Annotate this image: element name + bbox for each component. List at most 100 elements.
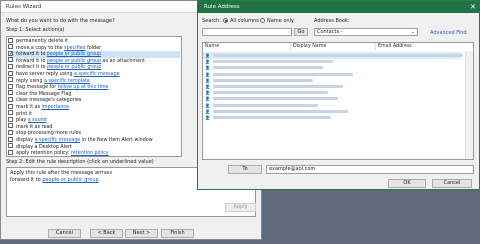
address-book-label: Address Book: xyxy=(314,18,350,24)
checkbox-icon[interactable] xyxy=(8,77,13,83)
all-columns-label: All columns xyxy=(230,18,259,24)
action-text: clear the Message Flag xyxy=(16,91,72,97)
checkbox-icon[interactable] xyxy=(8,44,13,50)
checkbox-icon[interactable] xyxy=(8,57,13,63)
action-link[interactable]: importance xyxy=(42,105,69,110)
checkbox-icon[interactable] xyxy=(8,103,13,109)
action-text: have server reply using xyxy=(16,72,75,77)
col-display-name[interactable]: Display Name xyxy=(291,43,376,51)
checkbox-icon[interactable] xyxy=(8,37,13,43)
action-text: redirect it to xyxy=(16,65,48,71)
person-icon: 👤 xyxy=(205,115,210,120)
redacted-contact xyxy=(213,85,343,88)
checkbox-icon[interactable] xyxy=(8,129,13,135)
action-link[interactable]: specified xyxy=(64,46,85,51)
chevron-down-icon: ⌄ xyxy=(410,29,415,35)
ok-button[interactable]: OK xyxy=(388,179,426,188)
actions-list[interactable]: permanently delete it move a copy to the … xyxy=(6,36,182,157)
action-link[interactable]: a specific message xyxy=(35,138,81,143)
action-link[interactable]: people or public group xyxy=(47,59,101,64)
rule-address-titlebar[interactable]: Rule Address ✕ xyxy=(198,1,479,13)
close-icon[interactable]: ✕ xyxy=(470,3,476,11)
action-text: play xyxy=(16,118,28,124)
action-text-suffix: in the New Item Alert window xyxy=(80,138,153,143)
action-text: move a copy to the xyxy=(16,45,65,51)
rules-wizard-title: Rules Wizard xyxy=(6,4,42,10)
search-label: Search: xyxy=(202,18,221,24)
list-scrollbar[interactable] xyxy=(465,51,473,159)
col-name[interactable]: Name xyxy=(203,43,291,51)
redacted-contact xyxy=(213,72,353,76)
checkbox-icon[interactable] xyxy=(8,63,13,69)
checkbox-checked-icon[interactable]: ✓ xyxy=(8,50,13,56)
checkbox-icon[interactable] xyxy=(8,83,13,89)
redacted-contact xyxy=(213,116,331,119)
desc-line1: Apply this rule after the message arrive… xyxy=(10,170,113,176)
action-text: display xyxy=(16,138,35,143)
action-item[interactable]: apply retention policy: retention policy xyxy=(8,149,180,156)
address-cancel-button[interactable]: Cancel xyxy=(432,179,472,188)
action-text: stop processing more rules xyxy=(16,131,82,137)
checkbox-icon[interactable] xyxy=(8,136,13,142)
action-text: forward it to xyxy=(16,58,47,64)
action-text: display a Desktop Alert xyxy=(16,144,72,150)
action-text-suffix: as an attachment xyxy=(101,58,145,64)
action-link[interactable]: retention policy xyxy=(71,151,109,156)
action-text: mark it as xyxy=(16,105,42,110)
action-link[interactable]: a sound xyxy=(28,118,47,123)
redacted-contact xyxy=(213,54,463,57)
action-text: reply using xyxy=(16,78,45,84)
action-text: clear message's categories xyxy=(16,98,82,104)
rule-address-title: Rule Address xyxy=(204,4,240,10)
desc-prefix: forward it to xyxy=(10,177,43,183)
contact-row[interactable]: 👤 xyxy=(203,114,461,121)
checkbox-icon[interactable] xyxy=(8,90,13,96)
next-button[interactable]: Next > xyxy=(125,229,158,238)
radio-empty-icon xyxy=(260,17,265,23)
redacted-contact xyxy=(213,60,333,64)
checkbox-icon[interactable] xyxy=(8,96,13,102)
action-link[interactable]: a specific template xyxy=(44,79,90,84)
finish-button[interactable]: Finish xyxy=(161,229,194,238)
to-button[interactable]: To xyxy=(228,165,262,174)
advanced-find-link[interactable]: Advanced Find xyxy=(430,30,467,36)
address-book-select[interactable]: Contacts - ⌄ xyxy=(314,28,418,36)
all-columns-radio[interactable]: All columns xyxy=(223,17,259,24)
radio-selected-icon xyxy=(223,17,228,23)
to-field[interactable]: example@aol.com xyxy=(266,165,474,174)
action-text: print it xyxy=(16,111,33,117)
action-text: permanently delete it xyxy=(16,39,68,44)
action-link[interactable]: people or public group xyxy=(47,52,101,57)
action-link[interactable]: follow up at this time xyxy=(58,85,109,90)
checkbox-icon[interactable] xyxy=(8,149,13,155)
wizard-cancel-button[interactable]: Cancel xyxy=(48,229,81,238)
checkbox-icon[interactable] xyxy=(8,143,13,149)
name-only-radio[interactable]: Name only xyxy=(260,17,294,24)
redacted-contact xyxy=(213,91,328,95)
rule-address-window: Rule Address ✕ Search: All columns Name … xyxy=(197,0,480,190)
address-book-value: Contacts - xyxy=(317,29,343,35)
checkbox-icon[interactable] xyxy=(8,123,13,129)
desc-people-link[interactable]: people or public group xyxy=(42,177,98,183)
redacted-contact xyxy=(213,78,313,82)
back-button[interactable]: < Back xyxy=(90,229,123,238)
search-input[interactable] xyxy=(202,28,292,36)
action-link[interactable]: a specific message xyxy=(74,72,120,77)
action-text: flag message for xyxy=(16,85,58,91)
redacted-contact xyxy=(213,109,348,113)
name-only-label: Name only xyxy=(267,18,294,24)
apply-button[interactable]: Apply xyxy=(225,203,256,212)
desc-line2: forward it to people or public group xyxy=(10,177,99,183)
contacts-list[interactable]: Name Display Name Email Address 👤 👤 👤 👤 👤 👤 👤 👤… xyxy=(202,42,474,160)
checkbox-icon[interactable] xyxy=(8,110,13,116)
step1-label: Step 1: Select action(s) xyxy=(6,27,65,33)
redacted-contact xyxy=(213,103,318,107)
action-link[interactable]: people or public group xyxy=(47,65,101,70)
action-text-suffix: folder xyxy=(85,45,102,51)
redacted-contact xyxy=(213,97,338,101)
col-email[interactable]: Email Address xyxy=(376,43,473,51)
checkbox-icon[interactable] xyxy=(8,70,13,76)
checkbox-icon[interactable] xyxy=(8,116,13,122)
redacted-contact xyxy=(213,66,323,70)
go-button[interactable]: Go xyxy=(294,28,308,36)
